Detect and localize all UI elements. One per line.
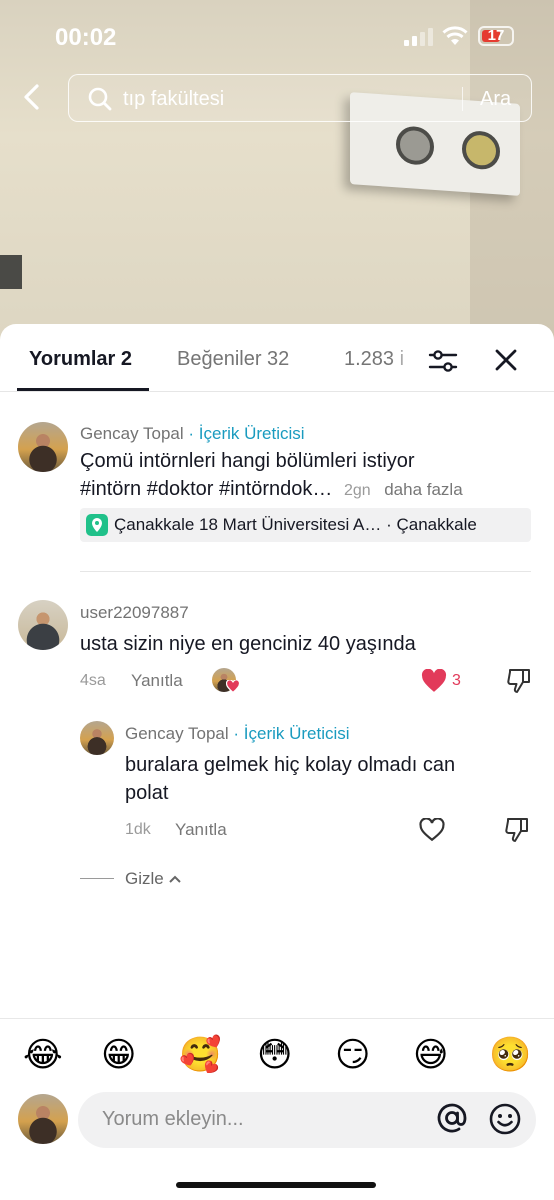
- hide-line: [80, 878, 114, 879]
- divider: [80, 571, 531, 572]
- filter-icon[interactable]: [426, 344, 460, 378]
- reply-time: 1dk: [125, 821, 151, 838]
- mention-at-icon[interactable]: [434, 1100, 470, 1136]
- close-icon[interactable]: [490, 344, 522, 376]
- reply-text: buralara gelmek hiç kolay olmadı can pol…: [125, 751, 525, 807]
- device-knob: [396, 125, 434, 166]
- comment-text: usta sizin niye en genciniz 40 yaşında: [80, 633, 416, 655]
- emoji-row: 😂 😁 🥰 😳 😏 😅 🥺: [0, 1018, 554, 1099]
- comment-input[interactable]: Yorum ekleyin...: [78, 1092, 536, 1148]
- search-query: tıp fakültesi: [123, 88, 225, 110]
- comment-placeholder: Yorum ekleyin...: [102, 1108, 244, 1130]
- emoji-button[interactable]: 😳: [257, 1035, 292, 1075]
- comment-author[interactable]: user22097887: [80, 603, 189, 623]
- location-pin-icon: [86, 514, 108, 536]
- search-divider: [462, 87, 463, 111]
- emoji-picker-icon[interactable]: [488, 1102, 522, 1136]
- reply-button[interactable]: Yanıtla: [131, 671, 183, 691]
- status-bar: 00:02 17: [0, 0, 554, 70]
- hide-replies-button[interactable]: Gizle: [125, 869, 182, 889]
- comment-input-bar: Yorum ekleyin...: [0, 1090, 554, 1170]
- back-arrow-icon[interactable]: [18, 82, 48, 112]
- my-avatar: [18, 1094, 68, 1144]
- like-heart-icon[interactable]: [421, 669, 447, 693]
- creator-badge: · İçerik Üreticisi: [233, 724, 350, 743]
- cellular-signal-icon: [404, 28, 434, 46]
- battery-icon: 17: [478, 26, 514, 46]
- chevron-up-icon: [169, 875, 182, 883]
- post-author-name: Gencay Topal: [80, 424, 184, 443]
- caption-line: #intörn #doktor #intörndok… 2gn daha faz…: [80, 475, 540, 505]
- wifi-icon: [442, 26, 468, 45]
- caption-hashtags[interactable]: #intörn #doktor #intörndok…: [80, 478, 332, 500]
- dislike-icon[interactable]: [506, 667, 532, 695]
- status-time: 00:02: [55, 24, 117, 51]
- wall-poster: [0, 255, 22, 289]
- reply-line: buralara gelmek hiç kolay olmadı can: [125, 754, 456, 776]
- emoji-button[interactable]: 😅: [413, 1035, 448, 1075]
- avatar[interactable]: [18, 600, 68, 650]
- comments-sheet: Yorumlar 2 Beğeniler 32 1.283 i Gencay T…: [0, 324, 554, 1200]
- like-count: 3: [452, 672, 461, 689]
- reply-button[interactable]: Yanıtla: [175, 820, 227, 840]
- battery-level: 17: [487, 27, 505, 44]
- avatar[interactable]: [18, 422, 68, 472]
- reply-author[interactable]: Gencay Topal · İçerik Üreticisi: [125, 724, 350, 744]
- tabs-divider: [0, 391, 554, 392]
- tab-bar: Yorumlar 2 Beğeniler 32 1.283 i: [0, 324, 554, 392]
- emoji-button[interactable]: 😏: [335, 1035, 370, 1075]
- emoji-button[interactable]: 😁: [101, 1035, 136, 1075]
- tab-fade: [390, 334, 420, 384]
- location-text: Çanakkale 18 Mart Üniversitesi A… · Çana…: [114, 515, 477, 534]
- location-tag[interactable]: Çanakkale 18 Mart Üniversitesi A… · Çana…: [80, 508, 531, 542]
- post-time: 2gn: [343, 482, 371, 499]
- search-input[interactable]: tıp fakültesi Ara: [68, 74, 532, 122]
- post-author[interactable]: Gencay Topal · İçerik Üreticisi: [80, 424, 305, 444]
- reply-line: polat: [125, 782, 169, 804]
- see-more-button[interactable]: daha fazla: [384, 480, 462, 499]
- home-indicator: [176, 1182, 376, 1188]
- reply-author-name: Gencay Topal: [125, 724, 229, 743]
- search-button[interactable]: Ara: [480, 88, 511, 111]
- heart-icon: [226, 680, 240, 693]
- emoji-button[interactable]: 😂: [23, 1035, 63, 1075]
- caption-line: Çomü intörnleri hangi bölümleri istiyor: [80, 450, 415, 472]
- tab-likes[interactable]: Beğeniler 32: [177, 348, 289, 371]
- tab-comments[interactable]: Yorumlar 2: [29, 348, 132, 371]
- emoji-button[interactable]: 🥰: [179, 1035, 221, 1075]
- comment-time: 4sa: [80, 672, 106, 689]
- device-knob: [462, 129, 500, 171]
- like-heart-icon[interactable]: [419, 818, 445, 842]
- post-caption: Çomü intörnleri hangi bölümleri istiyor …: [80, 447, 540, 505]
- creator-badge: · İçerik Üreticisi: [188, 424, 305, 443]
- dislike-icon[interactable]: [504, 816, 530, 844]
- avatar[interactable]: [80, 721, 114, 755]
- hide-label: Gizle: [125, 869, 164, 888]
- search-icon: [88, 87, 112, 111]
- emoji-button[interactable]: 🥺: [489, 1035, 531, 1075]
